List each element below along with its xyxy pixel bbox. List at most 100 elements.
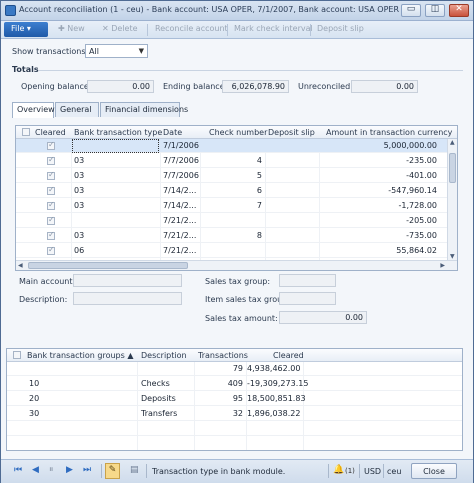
item-sales-tax-group-field[interactable] [279,292,336,305]
scroll-up-icon[interactable]: ▲ [450,139,455,146]
cell-bank-transaction-type[interactable]: 06 [74,246,84,255]
show-transactions-select[interactable]: All ▼ [85,44,148,58]
main-account-field[interactable] [73,274,182,287]
delete-button[interactable]: ✕ Delete [102,24,138,33]
table-row[interactable]: 06 7/21/2... 55,864.02 [16,244,447,258]
options-button[interactable]: ▭ [401,4,421,17]
next-record-icon[interactable]: ▶ [66,465,73,475]
cell-cleared[interactable]: 18,500,851.83 [247,394,306,403]
cell-group[interactable]: 20 [29,394,39,403]
cell-amount[interactable]: 55,864.02 [322,246,437,255]
cell-date[interactable]: 7/21/2... [163,246,196,255]
cell-description[interactable]: Checks [141,379,170,388]
transactions-horizontal-scrollbar[interactable]: ◀ ▶ [16,260,457,270]
previous-record-icon[interactable]: ◀ [32,465,39,475]
cell-date[interactable]: 7/14/2... [163,186,196,195]
cell-amount[interactable]: -547,960.14 [322,186,437,195]
table-row[interactable]: 20 Deposits 95 18,500,851.83 [7,392,462,406]
cell-date[interactable]: 7/21/2... [163,231,196,240]
transactions-vertical-scrollbar[interactable]: ▲ ▼ [447,139,457,260]
cell-description[interactable]: Transfers [141,409,177,418]
groups-select-all-checkbox[interactable] [13,351,21,359]
cell-amount[interactable]: 5,000,000.00 [322,141,437,150]
col-bank-transaction-type[interactable]: Bank transaction type [74,128,162,137]
col-transactions[interactable]: Transactions [198,351,248,360]
table-row[interactable]: 03 7/7/2006 5 -401.00 [16,169,447,183]
col-cleared[interactable]: Cleared [35,128,66,137]
cell-cleared[interactable]: -19,309,273.15 [247,379,308,388]
restore-button[interactable]: ◫ [425,4,445,17]
cell-date[interactable]: 7/1/2006 [163,141,199,150]
last-record-icon[interactable]: ⏭ [83,465,91,475]
table-row[interactable]: 03 7/14/2... 7 -1,728.00 [16,199,447,213]
scroll-right-icon[interactable]: ▶ [440,262,445,269]
cell-cleared[interactable]: 4,938,462.00 [247,364,300,373]
cell-date[interactable]: 7/21/2... [163,216,196,225]
cell-date[interactable]: 7/7/2006 [163,156,199,165]
cleared-checkbox[interactable] [47,155,55,165]
cell-amount[interactable]: -1,728.00 [322,201,437,210]
currency-indicator[interactable]: USD [364,467,381,476]
document-icon[interactable]: ▤ [130,465,139,475]
table-row[interactable]: 7/1/2006 5,000,000.00 [16,139,447,153]
cell-amount[interactable]: -205.00 [322,216,437,225]
cleared-checkbox[interactable] [47,200,55,210]
cell-bank-transaction-type[interactable]: 03 [74,186,84,195]
cell-date[interactable]: 7/14/2... [163,201,196,210]
cell-bank-transaction-type[interactable]: 03 [74,156,84,165]
cleared-checkbox[interactable] [47,215,55,225]
reconcile-account-button[interactable]: Reconcile account [155,24,228,33]
select-all-checkbox[interactable] [22,128,30,136]
cell-group[interactable]: 10 [29,379,39,388]
notification-bell-icon[interactable]: 🔔 [333,465,344,475]
pause-icon[interactable]: ⏸ [49,465,54,475]
table-row[interactable]: 03 7/21/2... 8 -735.00 [16,229,447,243]
new-button[interactable]: ✚ New [58,24,85,33]
cell-bank-transaction-type[interactable]: 03 [74,231,84,240]
cell-transactions[interactable]: 95 [197,394,243,403]
horizontal-scroll-thumb[interactable] [28,262,188,269]
scroll-down-icon[interactable]: ▼ [450,253,455,260]
table-row[interactable] [7,437,462,450]
col-date[interactable]: Date [163,128,182,137]
cell-amount[interactable]: -235.00 [322,156,437,165]
col-amount[interactable]: Amount in transaction currency [326,128,452,137]
cleared-checkbox[interactable] [47,245,55,255]
table-row[interactable]: 10 Checks 409 -19,309,273.15 [7,377,462,391]
close-window-button[interactable]: ✕ [449,4,469,17]
col-description[interactable]: Description [141,351,187,360]
cell-check-number[interactable]: 6 [206,186,262,195]
table-row[interactable]: 03 7/7/2006 4 -235.00 [16,154,447,168]
cell-check-number[interactable]: 8 [206,231,262,240]
col-deposit-slip[interactable]: Deposit slip [268,128,315,137]
cleared-checkbox[interactable] [47,170,55,180]
col-cleared-amount[interactable]: Cleared [273,351,304,360]
cell-bank-transaction-type[interactable]: 03 [74,201,84,210]
cell-transactions[interactable]: 79 [197,364,243,373]
cleared-checkbox[interactable] [47,185,55,195]
cell-transactions[interactable]: 32 [197,409,243,418]
tab-general[interactable]: General [55,102,99,117]
cleared-checkbox[interactable] [47,230,55,240]
description-field[interactable] [73,292,182,305]
edit-icon[interactable]: ✎ [105,463,120,479]
cell-group[interactable]: 30 [29,409,39,418]
tab-overview[interactable]: Overview [12,102,55,118]
close-button[interactable]: Close [411,463,457,479]
cell-date[interactable]: 7/7/2006 [163,171,199,180]
file-menu-button[interactable]: File ▾ [4,22,48,37]
scroll-left-icon[interactable]: ◀ [18,262,23,269]
cell-amount[interactable]: -735.00 [322,231,437,240]
table-row[interactable]: 03 7/14/2... 6 -547,960.14 [16,184,447,198]
company-indicator[interactable]: ceu [387,467,401,476]
tab-financial-dimensions[interactable]: Financial dimensions [100,102,188,117]
cell-check-number[interactable]: 7 [206,201,262,210]
table-row[interactable]: 7/21/2... -205.00 [16,214,447,228]
cell-bank-transaction-type[interactable]: 03 [74,171,84,180]
table-row[interactable]: 79 4,938,462.00 [7,362,462,376]
cell-amount[interactable]: -401.00 [322,171,437,180]
cell-check-number[interactable]: 5 [206,171,262,180]
first-record-icon[interactable]: ⏮ [14,465,22,475]
cell-check-number[interactable]: 4 [206,156,262,165]
col-bank-transaction-groups[interactable]: Bank transaction groups ▲ [27,351,133,360]
